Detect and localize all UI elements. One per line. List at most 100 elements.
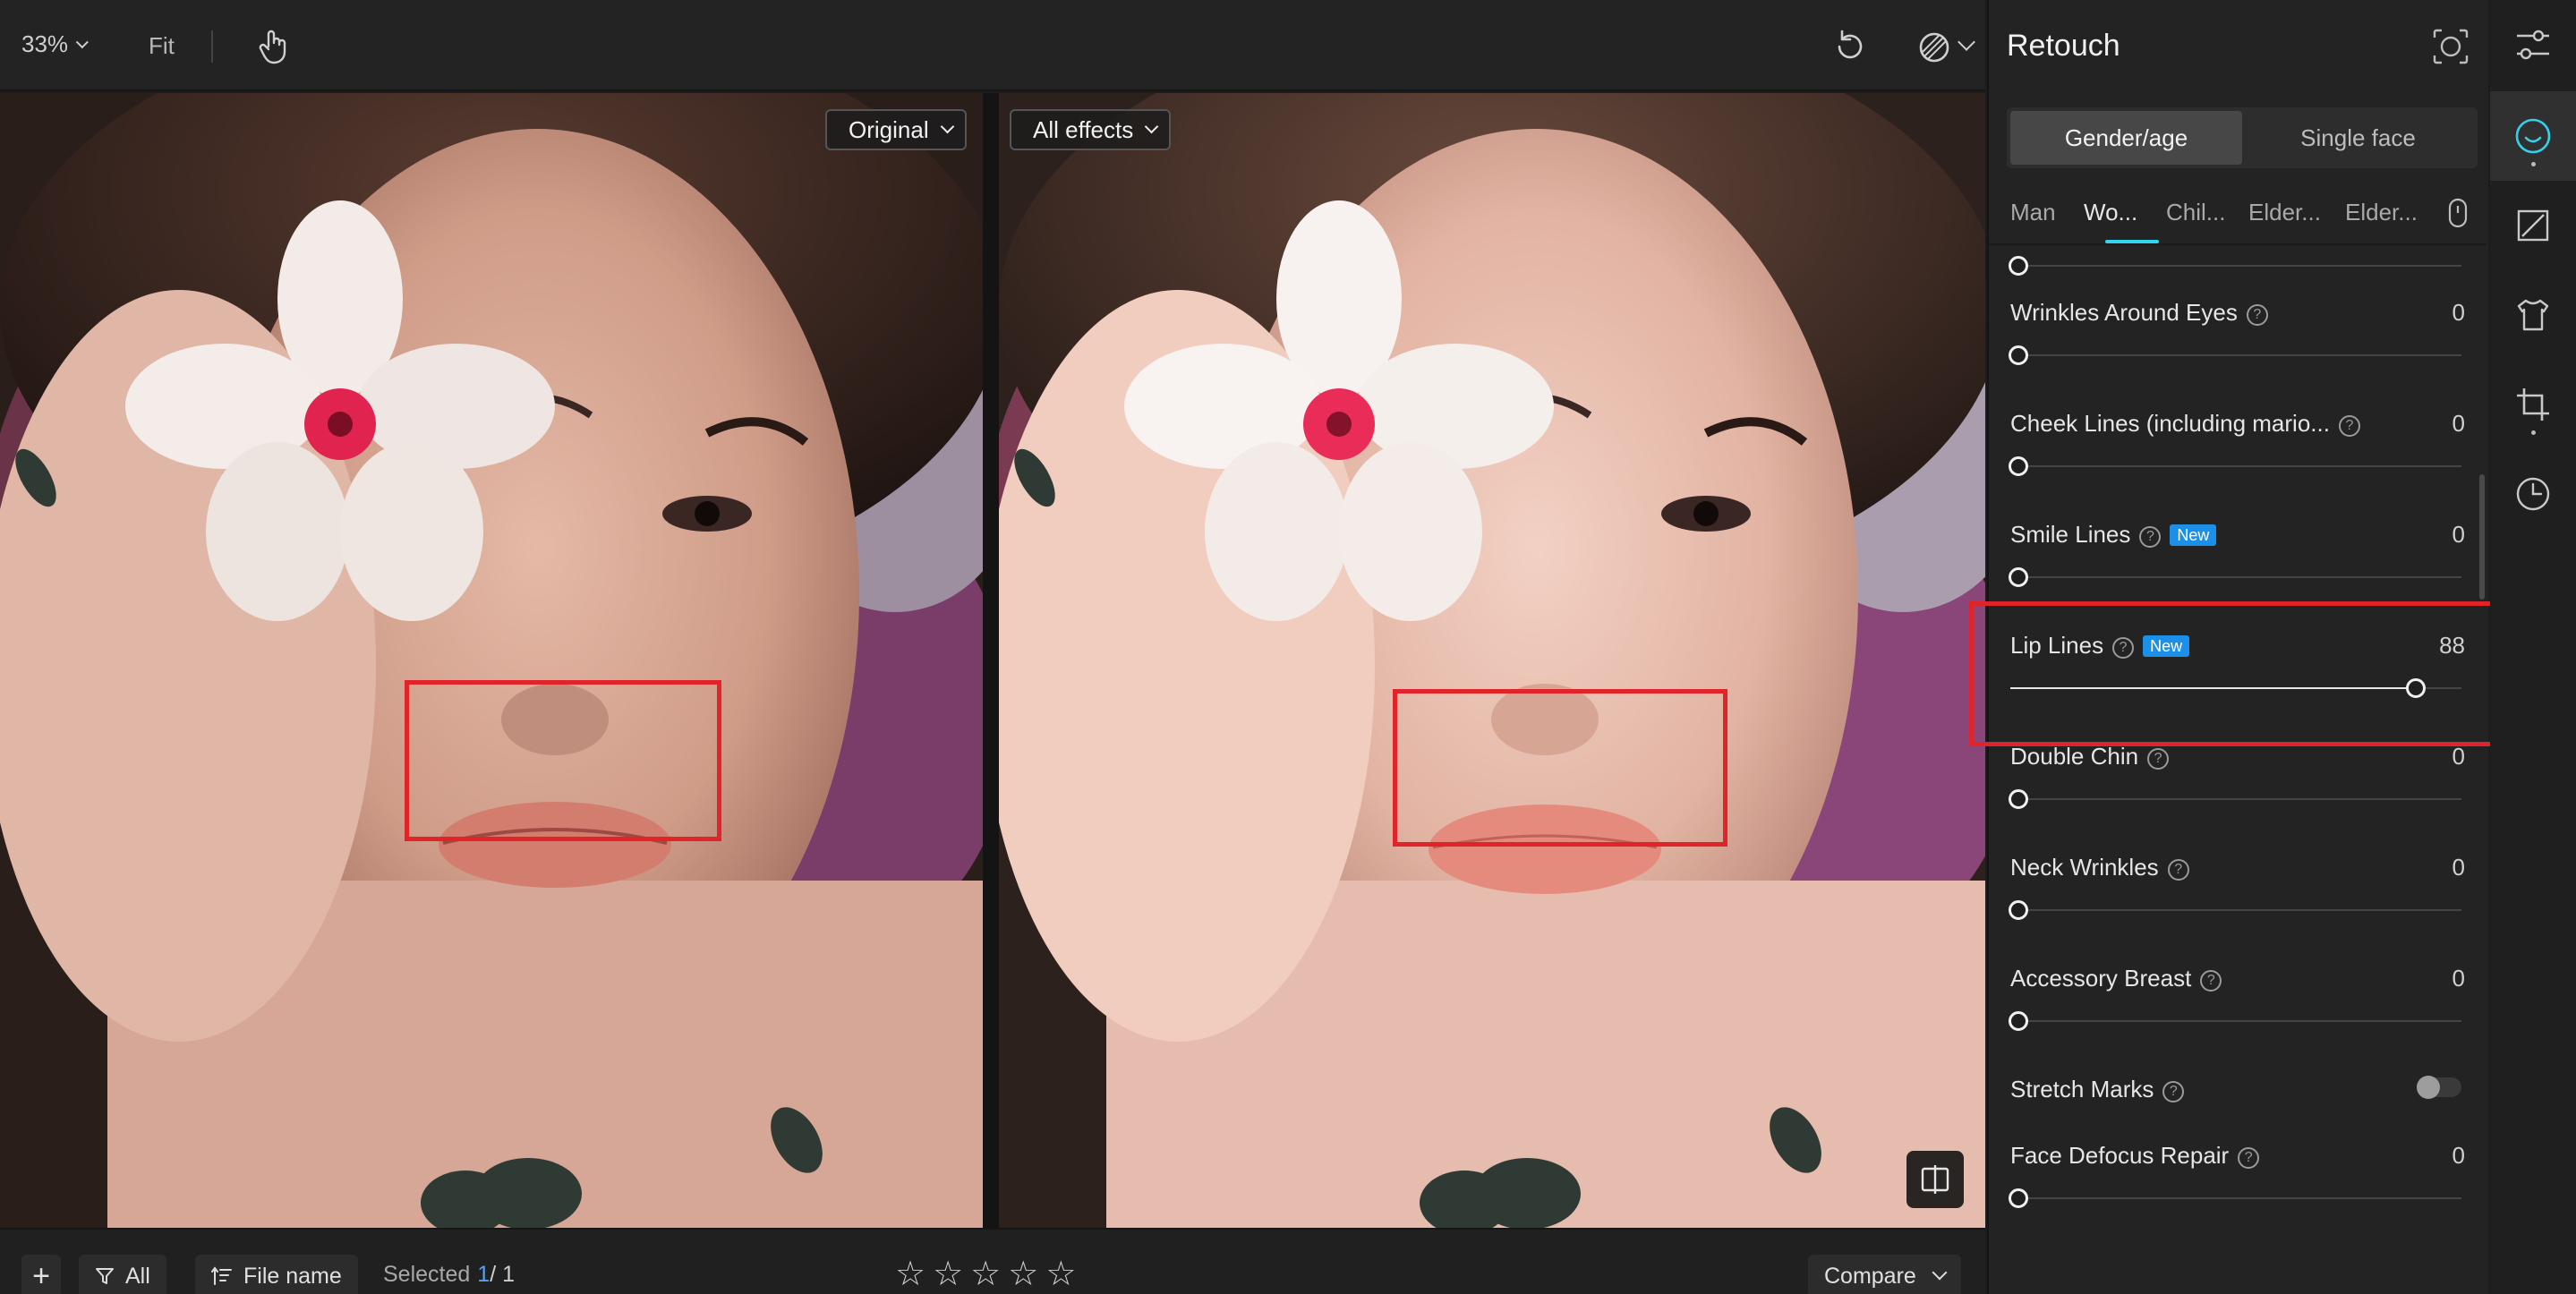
adjustment-value[interactable]: 0 — [2452, 1142, 2465, 1170]
rail-clothing[interactable] — [2490, 270, 2576, 360]
fit-button[interactable]: Fit — [149, 32, 175, 60]
hand-icon[interactable] — [256, 27, 292, 64]
rail-retouch[interactable] — [2490, 91, 2576, 181]
adjustment-label: Smile Lines? New — [2010, 521, 2217, 549]
segment-gender-age[interactable]: Gender/age — [2010, 111, 2242, 165]
star-rating: ☆ ☆ ☆ ☆ ☆ — [895, 1256, 1076, 1292]
rail-edit[interactable] — [2490, 181, 2576, 270]
face-scan-icon[interactable] — [2431, 27, 2470, 66]
chevron-down-icon[interactable] — [1958, 33, 1975, 51]
split-view-button[interactable] — [1906, 1151, 1964, 1208]
adjustment-value[interactable]: 0 — [2452, 299, 2465, 327]
crop-icon — [2517, 388, 2549, 421]
original-view-select[interactable]: Original — [825, 109, 967, 150]
tab-elder-2[interactable]: Elder... — [2345, 199, 2418, 226]
help-icon[interactable]: ? — [2147, 748, 2170, 770]
adjustment-row: Smile Lines? New 0 — [2009, 467, 2485, 587]
adjustment-row: Accessory Breast? 0 — [2009, 911, 2485, 1031]
adjustment-value[interactable]: 0 — [2452, 965, 2465, 992]
sort-button[interactable]: File name — [195, 1255, 358, 1294]
star-1[interactable]: ☆ — [895, 1256, 925, 1292]
selected-count: 1 — [477, 1262, 490, 1287]
top-toolbar: 33% Fit — [0, 0, 1985, 91]
compare-dropdown[interactable]: Compare — [1808, 1255, 1961, 1294]
adjustment-row: Face Defocus Repair? 0 — [2009, 1088, 2485, 1208]
crop-dot — [2531, 430, 2536, 435]
rail-history[interactable] — [2490, 449, 2576, 539]
adjustment-label: Wrinkles Around Eyes? — [2010, 299, 2268, 327]
original-photo[interactable] — [0, 93, 983, 1228]
slider-track[interactable] — [2009, 1188, 2461, 1208]
face-mode-switch: Gender/age Single face — [2007, 107, 2478, 168]
effects-view-select[interactable]: All effects — [1010, 109, 1172, 150]
adjustment-name: Wrinkles Around Eyes — [2010, 299, 2238, 326]
help-icon[interactable]: ? — [2167, 859, 2189, 881]
selected-total: / 1 — [490, 1262, 515, 1287]
adjustment-list: Wrinkles Around Eyes? 0 Cheek Lines (inclu… — [1989, 245, 2486, 1265]
adjust-sliders-icon — [2517, 30, 2549, 60]
panel-title: Retouch — [2007, 29, 2120, 63]
clothing-icon — [2517, 299, 2549, 331]
filter-label: All — [125, 1263, 150, 1289]
help-icon[interactable]: ? — [2200, 970, 2222, 992]
sort-label: File name — [243, 1263, 342, 1289]
adjustment-value[interactable]: 0 — [2452, 410, 2465, 438]
new-badge: New — [2170, 524, 2217, 546]
adjustment-label: Neck Wrinkles? — [2010, 854, 2189, 881]
tab-man[interactable]: Man — [2010, 199, 2056, 226]
toolbar-divider — [211, 30, 213, 63]
rail-crop[interactable] — [2490, 360, 2576, 449]
zoom-dropdown[interactable]: 33% — [21, 30, 89, 58]
tool-rail — [2490, 0, 2576, 1294]
history-icon — [2516, 477, 2550, 511]
help-icon[interactable]: ? — [2139, 526, 2162, 548]
star-4[interactable]: ☆ — [1008, 1256, 1038, 1292]
mask-compare-icon[interactable] — [1915, 29, 1953, 66]
lip-highlight-original — [405, 680, 721, 841]
rail-adjust[interactable] — [2490, 0, 2576, 89]
adjustment-name: Face Defocus Repair — [2010, 1142, 2230, 1169]
adjustment-value[interactable]: 0 — [2452, 521, 2465, 549]
tab-woman[interactable]: Wo... — [2084, 199, 2137, 226]
tab-elder-1[interactable]: Elder... — [2248, 199, 2321, 226]
gender-age-tabs: Man Wo... Chil... Elder... Elder... — [2010, 195, 2476, 245]
adjustment-value[interactable]: 0 — [2452, 854, 2465, 881]
adjustment-row: Wrinkles Around Eyes? 0 — [2009, 245, 2485, 365]
help-icon[interactable]: ? — [2238, 1147, 2260, 1169]
edit-icon — [2517, 209, 2549, 242]
selection-count: Selected 1/ 1 — [383, 1262, 515, 1288]
lip-highlight-edited — [1393, 689, 1727, 847]
panel-scrollbar[interactable] — [2479, 474, 2485, 600]
tab-scroll-icon[interactable] — [2447, 197, 2469, 229]
adjustment-row: Neck Wrinkles? 0 — [2009, 800, 2485, 920]
adjustment-name: Neck Wrinkles — [2010, 854, 2159, 881]
star-5[interactable]: ☆ — [1045, 1256, 1076, 1292]
adjustment-label: Double Chin? — [2010, 743, 2170, 770]
help-icon[interactable]: ? — [2338, 415, 2360, 437]
lip-lines-highlight — [1969, 601, 2495, 746]
split-divider[interactable] — [983, 93, 999, 1228]
adjustment-label: Cheek Lines (including mario...? — [2010, 410, 2360, 438]
tab-child[interactable]: Chil... — [2166, 199, 2225, 226]
edited-photo[interactable] — [999, 93, 1985, 1228]
adjustment-name: Double Chin — [2010, 743, 2139, 770]
face-retouch-icon — [2515, 118, 2551, 154]
adjustment-label: Accessory Breast? — [2010, 965, 2222, 992]
chevron-down-icon — [75, 35, 89, 48]
filter-icon — [96, 1268, 114, 1284]
undo-icon[interactable] — [1831, 29, 1867, 64]
filter-button[interactable]: All — [79, 1255, 166, 1294]
segment-single-face[interactable]: Single face — [2242, 111, 2474, 165]
bottom-bar: + All File name Selected 1/ 1 ☆ ☆ ☆ ☆ ☆ C… — [0, 1228, 1985, 1294]
star-3[interactable]: ☆ — [970, 1256, 1001, 1292]
adjustment-name: Cheek Lines (including mario... — [2010, 410, 2330, 437]
slider-thumb[interactable] — [2009, 1188, 2028, 1208]
add-photo-button[interactable]: + — [21, 1255, 61, 1294]
adjustment-name: Accessory Breast — [2010, 965, 2192, 992]
split-view-icon — [1921, 1165, 1949, 1194]
star-2[interactable]: ☆ — [933, 1256, 963, 1292]
help-icon[interactable]: ? — [2246, 304, 2268, 326]
app-window: 33% Fit Original All effects + All File … — [0, 0, 2576, 1294]
adjustment-value[interactable]: 0 — [2452, 743, 2465, 770]
adjustment-label: Face Defocus Repair? — [2010, 1142, 2260, 1170]
